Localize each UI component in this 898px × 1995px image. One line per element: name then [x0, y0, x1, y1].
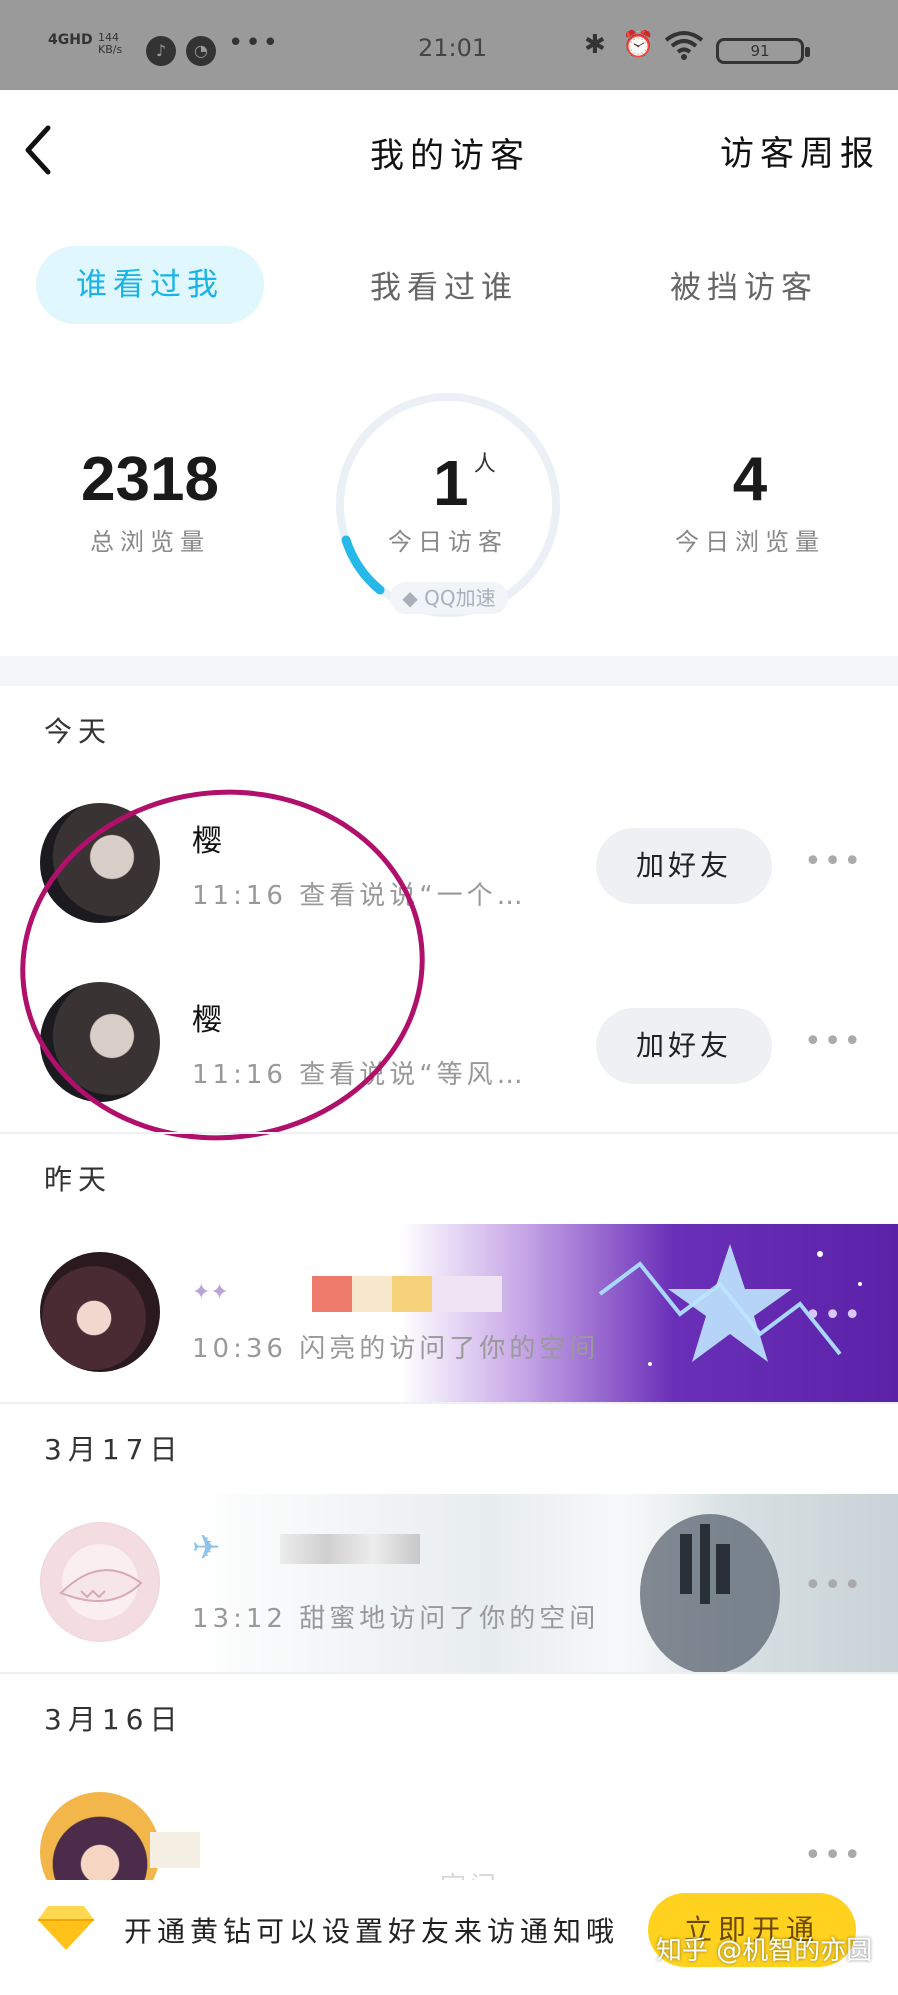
more-options-icon[interactable]: •••	[804, 1298, 863, 1333]
tab-who-viewed-me[interactable]: 谁看过我	[36, 246, 264, 324]
avatar[interactable]	[40, 1252, 160, 1372]
qq-accelerate-badge[interactable]: ◆ QQ加速	[390, 582, 508, 614]
clock: 21:01	[418, 34, 488, 62]
visit-detail: 13:12 甜蜜地访问了你的空间	[192, 1604, 600, 1634]
more-options-icon[interactable]: •••	[804, 1568, 863, 1603]
add-friend-button[interactable]: 加好友	[596, 1008, 772, 1084]
total-views-count: 2318	[81, 445, 219, 514]
more-options-icon[interactable]: •••	[804, 1838, 863, 1873]
visitor-name-blurred[interactable]: ✦✦	[192, 1276, 522, 1312]
tab-who-i-viewed[interactable]: 我看过谁	[370, 262, 518, 307]
tab-label: 谁看过我	[76, 267, 224, 303]
more-options-icon[interactable]: •••	[804, 844, 863, 879]
add-friend-button[interactable]: 加好友	[596, 828, 772, 904]
section-header-mar16: 3月16日	[44, 1703, 184, 1736]
today-visitors-label: 今日访客	[388, 528, 508, 556]
qq-accelerate-label: QQ加速	[424, 586, 496, 610]
today-visitors: 1 人	[433, 446, 496, 520]
music-icon: ♪	[146, 36, 176, 66]
status-bar: 4GHD 144 KB/s ♪ ◔ ••• 21:01 ✱ ⏰ 91	[0, 0, 898, 90]
more-options-icon[interactable]: •••	[804, 1024, 863, 1059]
battery-icon: 91	[716, 38, 810, 64]
chevron-left-icon	[25, 125, 51, 175]
visitor-name-blurred[interactable]	[150, 1832, 200, 1868]
today-views-label: 今日浏览量	[675, 528, 825, 556]
back-button[interactable]	[18, 120, 68, 180]
today-visitors-count: 1	[433, 447, 469, 519]
more-notifications-icon: •••	[228, 28, 281, 58]
watermark: 知乎 @机智的亦圆	[656, 1936, 873, 1966]
network-speed: 144 KB/s	[98, 31, 123, 56]
bluetooth-icon: ✱	[584, 30, 606, 60]
promo-text: 开通黄钻可以设置好友来访通知哦	[124, 1915, 620, 1948]
decorative-banner-fade	[190, 1494, 690, 1672]
total-views-label: 总浏览量	[90, 528, 210, 556]
today-views-count: 4	[732, 445, 768, 514]
page-title: 我的访客	[370, 136, 530, 176]
section-separator	[0, 1672, 898, 1674]
visitor-name-blurred[interactable]: ✈	[192, 1524, 432, 1570]
wifi-icon	[664, 30, 704, 67]
qq-penguin-icon: ◆	[402, 586, 418, 610]
alarm-icon: ⏰	[622, 30, 655, 60]
today-visitors-unit: 人	[473, 452, 496, 477]
weekly-report-link[interactable]: 访客周报	[720, 126, 880, 175]
tab-blocked-visitors[interactable]: 被挡访客	[670, 262, 818, 307]
avatar[interactable]	[40, 1522, 160, 1642]
visit-detail: 10:36 闪亮的访问了你的空间	[192, 1334, 600, 1364]
network-indicator: 4GHD	[48, 32, 93, 48]
section-separator	[0, 1402, 898, 1404]
section-header-today: 今天	[44, 715, 113, 748]
section-separator	[0, 1132, 898, 1134]
section-divider	[0, 656, 898, 686]
section-header-yesterday: 昨天	[44, 1163, 113, 1196]
section-header-mar17: 3月17日	[44, 1433, 184, 1466]
speedometer-icon: ◔	[186, 36, 216, 66]
diamond-icon	[36, 1904, 96, 1956]
